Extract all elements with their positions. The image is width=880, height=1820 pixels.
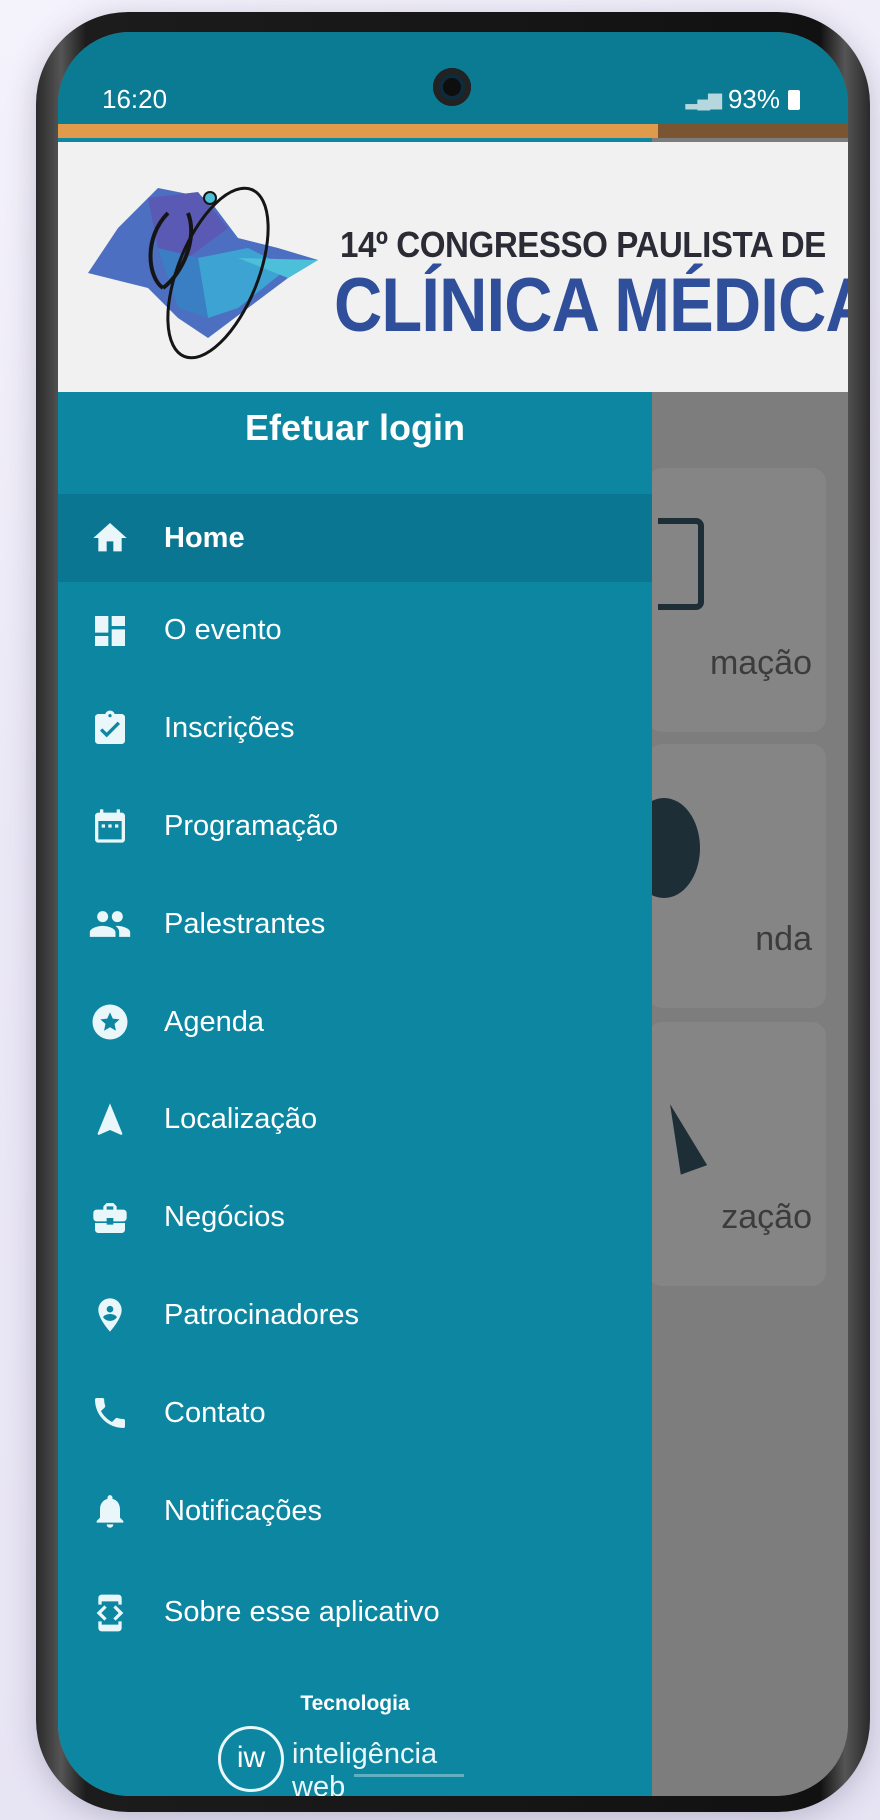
- event-banner: 14º CONGRESSO PAULISTA DE CLÍNICA MÉDICA: [58, 142, 848, 392]
- phone-frame: 16:20 ▂▄▆ 93% mação nda zação Efetuar lo…: [36, 12, 870, 1812]
- calendar-icon: [86, 802, 134, 850]
- status-time: 16:20: [102, 84, 168, 114]
- menu-item-label: Patrocinadores: [164, 1298, 360, 1331]
- background-card-label: nda: [755, 920, 812, 958]
- navigation-icon: [656, 1099, 708, 1175]
- front-camera: [433, 68, 471, 106]
- iw-logo-mark: iw: [218, 1726, 284, 1792]
- home-icon: [86, 514, 134, 562]
- bell-icon: [86, 1487, 134, 1535]
- star-circle-icon: [86, 998, 134, 1046]
- menu-item-label: Contato: [164, 1396, 266, 1429]
- menu-item-label: Notificações: [164, 1494, 322, 1527]
- menu-item-programacao[interactable]: Programação: [58, 778, 652, 876]
- menu-item-label: Sobre esse aplicativo: [164, 1596, 440, 1629]
- brand-tagline-line: [354, 1774, 464, 1777]
- footer-brand-logo: iw inteligência web: [218, 1722, 498, 1796]
- menu-item-o-evento[interactable]: O evento: [58, 582, 652, 680]
- background-card-localizacao[interactable]: zação: [648, 1022, 826, 1286]
- status-right: ▂▄▆ 93%: [685, 84, 800, 115]
- background-card-programacao[interactable]: mação: [648, 468, 826, 732]
- banner-title: CLÍNICA MÉDICA: [334, 263, 848, 348]
- background-card-label: zação: [721, 1198, 812, 1236]
- battery-icon: [788, 89, 800, 110]
- menu-item-patrocinadores[interactable]: Patrocinadores: [58, 1267, 652, 1365]
- phone-icon: [86, 1389, 134, 1437]
- background-card-agenda[interactable]: nda: [628, 744, 826, 1008]
- menu-item-label: Negócios: [164, 1201, 285, 1234]
- brand-name: inteligência web: [292, 1738, 438, 1796]
- menu-item-localizacao[interactable]: Localização: [58, 1071, 652, 1169]
- menu-item-notificacoes[interactable]: Notificações: [58, 1462, 652, 1560]
- event-logo: [88, 186, 318, 360]
- menu-item-label: Inscrições: [164, 712, 295, 745]
- people-icon: [86, 900, 134, 948]
- banner-subtitle: 14º CONGRESSO PAULISTA DE: [340, 224, 826, 265]
- menu-item-label: Localização: [164, 1103, 318, 1136]
- menu-item-agenda[interactable]: Agenda: [58, 973, 652, 1071]
- background-card-label: mação: [709, 644, 812, 682]
- footer-tecnologia-label: Tecnologia: [300, 1692, 410, 1715]
- menu-item-label: O evento: [164, 614, 282, 647]
- signal-icon: ▂▄▆: [685, 89, 722, 109]
- status-bar: 16:20 ▂▄▆ 93%: [58, 32, 848, 124]
- menu-item-inscricoes[interactable]: Inscrições: [58, 680, 652, 778]
- app-screen: 16:20 ▂▄▆ 93% mação nda zação Efetuar lo…: [58, 32, 848, 1796]
- developer-mode-icon: [86, 1589, 134, 1637]
- menu-item-palestrantes[interactable]: Palestrantes: [58, 875, 652, 973]
- battery-percentage: 93%: [727, 84, 780, 114]
- menu-item-label: Home: [164, 521, 245, 554]
- menu-item-label: Agenda: [164, 1005, 264, 1038]
- calendar-icon: [658, 518, 704, 610]
- menu-item-label: Programação: [164, 809, 339, 842]
- briefcase-icon: [86, 1194, 134, 1242]
- app-header-accent: [58, 124, 658, 138]
- map-pin-icon: [86, 1291, 134, 1339]
- menu-item-negocios[interactable]: Negócios: [58, 1169, 652, 1267]
- login-button[interactable]: Efetuar login: [58, 392, 652, 464]
- menu-item-sobre[interactable]: Sobre esse aplicativo: [58, 1560, 652, 1666]
- drawer-menu: Home O evento Inscrições Programação Pal…: [58, 494, 652, 1666]
- menu-item-contato[interactable]: Contato: [58, 1364, 652, 1462]
- dashboard-icon: [86, 607, 134, 655]
- menu-item-label: Palestrantes: [164, 907, 326, 940]
- app-header-accent-dark: [658, 124, 848, 138]
- menu-item-home[interactable]: Home: [58, 494, 652, 582]
- clipboard-check-icon: [86, 705, 134, 753]
- navigation-icon: [86, 1096, 134, 1144]
